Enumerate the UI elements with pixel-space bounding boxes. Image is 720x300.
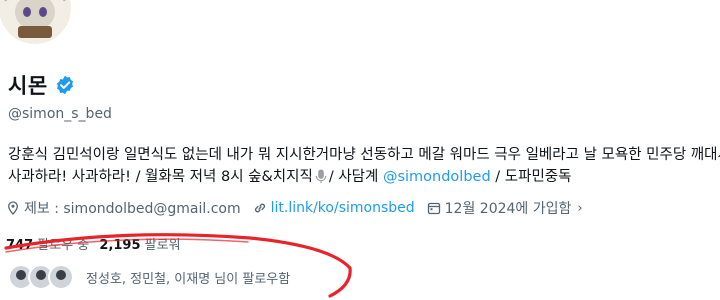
follow-counts: 747 팔로우 중 2,195 팔로워	[6, 234, 181, 253]
profile-handle: @simon_s_bed	[8, 106, 112, 122]
joined-date: 12월 2024에 가입함	[444, 201, 572, 217]
following-link[interactable]: 747 팔로우 중	[6, 238, 89, 253]
bio-text: 사과하라! 사과하라! / 월화목 저녁 8시 숲&치지직	[8, 169, 313, 185]
mention-link[interactable]: @simondolbed	[383, 169, 491, 185]
link-icon	[254, 203, 265, 213]
calendar-icon	[427, 202, 440, 215]
followers-label: 팔로워	[144, 238, 181, 253]
location-pin-icon	[8, 201, 18, 215]
followed-by[interactable]: 정성호, 정민철, 이재명 님이 팔로우함	[8, 264, 290, 290]
following-count: 747	[6, 238, 34, 253]
chevron-right-icon[interactable]: ›	[577, 201, 582, 216]
profile-meta: 제보 : simondolbed@gmail.com lit.link/ko/s…	[6, 198, 595, 218]
bio-line-2: 사과하라! 사과하라! / 월화목 저녁 8시 숲&치지직 / 사담계 @simo…	[8, 166, 720, 188]
bio-text-2: / 사담계	[328, 169, 379, 185]
followers-count: 2,195	[99, 238, 141, 253]
following-label: 팔로우 중	[37, 238, 90, 253]
verified-badge-icon[interactable]	[55, 75, 75, 95]
bio-line-1: 강훈식 김민석이랑 일면식도 없는데 내가 뭐 지시한거마냥 선동하고 메갈 워…	[8, 147, 720, 163]
profile-bio: 강훈식 김민석이랑 일면식도 없는데 내가 뭐 지시한거마냥 선동하고 메갈 워…	[8, 144, 720, 188]
location-text: 제보 : simondolbed@gmail.com	[24, 201, 241, 217]
followers-link[interactable]: 2,195 팔로워	[99, 238, 180, 253]
follower-avatar-3	[48, 264, 74, 290]
followed-by-text: 정성호, 정민철, 이재명 님이 팔로우함	[86, 271, 291, 287]
microphone-icon	[315, 169, 327, 184]
website-link[interactable]: lit.link/ko/simonsbed	[271, 200, 415, 216]
display-name: 시몬	[8, 74, 48, 98]
profile-avatar[interactable]	[0, 0, 76, 46]
bio-text-3: / 도파민중독	[495, 169, 572, 185]
